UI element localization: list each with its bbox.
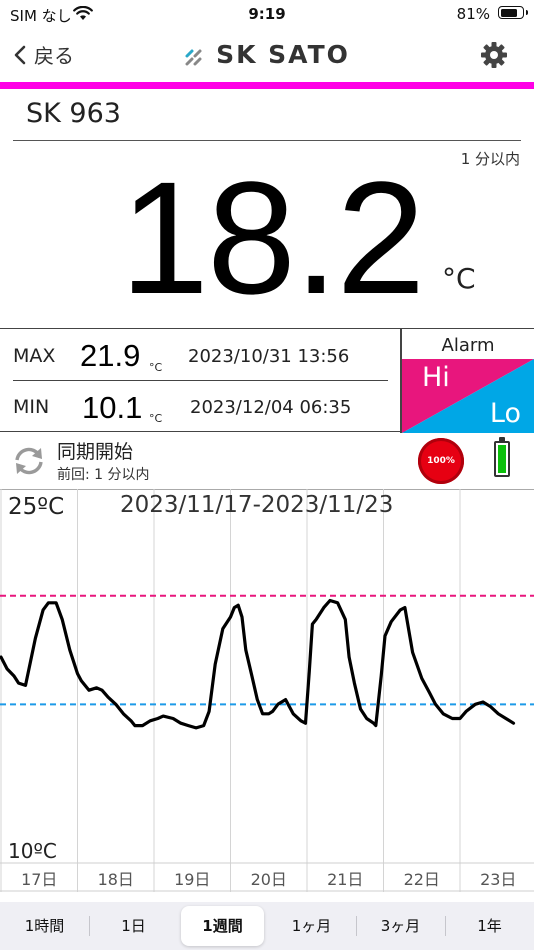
tab-separator [356,916,357,936]
max-datetime: 2023/10/31 13:56 [188,346,350,367]
settings-button[interactable] [480,41,508,73]
sync-start-button[interactable]: 同期開始 [57,437,133,464]
accent-bar [0,82,534,89]
minmax-panel: MAX 21.9 °C 2023/10/31 13:56 MIN 10.1 °C… [0,328,534,433]
tab-4[interactable]: 1ヶ月 [267,906,356,946]
chart-date-range: 2023/11/17-2023/11/23 [120,492,394,518]
update-status: 1 分以内 [460,150,520,168]
brand-name: SK SATO [216,40,350,69]
min-value: 10.1 [82,390,143,425]
max-unit: °C [149,361,163,374]
minmax-divider [13,380,388,381]
tab-6[interactable]: 1年 [445,906,534,946]
tab-separator [445,916,446,936]
temperature-chart[interactable]: 17日 18日 19日 20日 21日 22日 23日 [0,489,534,892]
alarm-hi-label: Hi [422,362,450,393]
signal-label: 100% [427,456,455,466]
sync-icon[interactable] [12,446,46,480]
nav-bar: 戻る SK SATO [0,28,534,82]
min-datetime: 2023/12/04 06:35 [190,397,352,418]
x-tick-label: 19日 [174,870,210,889]
max-label: MAX [13,345,56,367]
temperature-unit: °C [442,262,476,295]
alarm-indicator[interactable]: Hi Lo [402,359,534,433]
period-tabs: 1時間 1日 1週間 1ヶ月 3ヶ月 1年 [0,902,534,950]
y-axis-min-label: 10ºC [8,839,57,863]
max-value: 21.9 [80,338,141,373]
x-tick-label: 23日 [480,870,516,889]
alarm-lo-label: Lo [489,398,521,429]
device-battery-icon [494,437,510,477]
tab-3[interactable]: 1週間 [181,906,264,946]
status-bar: SIM なし 9:19 81% [0,0,534,28]
min-label: MIN [13,396,50,418]
status-time: 9:19 [248,5,286,23]
gear-icon [481,42,507,68]
current-temperature: 18.2 [120,148,425,327]
battery-icon [498,6,528,19]
device-name: SK 963 [26,98,121,129]
tab-2[interactable]: 1日 [89,906,178,946]
y-axis-max-label: 25ºC [8,494,65,520]
battery-percent: 81% [456,5,490,23]
x-tick-label: 17日 [21,870,57,889]
last-sync-label: 前回: 1 分以内 [57,467,150,483]
tab-1[interactable]: 1時間 [0,906,89,946]
signal-strength-icon: 100% [418,438,464,484]
x-tick-label: 20日 [251,870,287,889]
tab-separator [89,916,90,936]
logo-mark-icon [185,49,202,66]
tab-5[interactable]: 3ヶ月 [356,906,445,946]
divider [13,140,521,141]
brand-logo: SK SATO [0,40,534,69]
x-tick-label: 18日 [98,870,134,889]
x-tick-label: 22日 [404,870,440,889]
min-unit: °C [149,412,163,425]
alarm-title: Alarm [441,335,495,356]
x-tick-label: 21日 [327,870,363,889]
